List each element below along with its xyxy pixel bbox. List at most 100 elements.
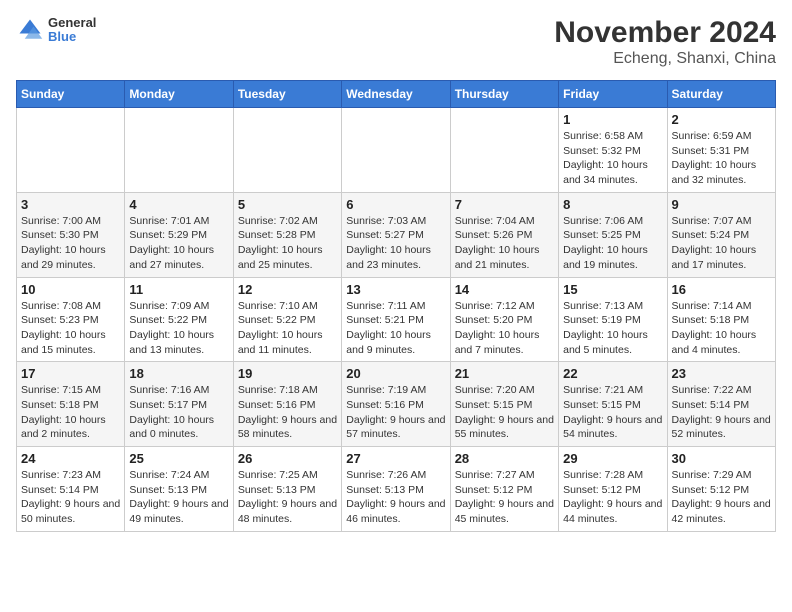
calendar-cell: 28 Sunrise: 7:27 AMSunset: 5:12 PMDayligh…	[450, 447, 558, 532]
calendar-cell: 26 Sunrise: 7:25 AMSunset: 5:13 PMDayligh…	[233, 447, 341, 532]
day-info: Sunrise: 7:24 AMSunset: 5:13 PMDaylight:…	[129, 468, 228, 527]
day-number: 25	[129, 451, 228, 466]
logo-icon	[16, 16, 44, 44]
calendar-cell: 30 Sunrise: 7:29 AMSunset: 5:12 PMDayligh…	[667, 447, 775, 532]
calendar-cell: 9 Sunrise: 7:07 AMSunset: 5:24 PMDaylight…	[667, 192, 775, 277]
day-number: 9	[672, 197, 771, 212]
day-info: Sunrise: 7:19 AMSunset: 5:16 PMDaylight:…	[346, 383, 445, 442]
calendar-cell: 23 Sunrise: 7:22 AMSunset: 5:14 PMDayligh…	[667, 362, 775, 447]
col-saturday: Saturday	[667, 81, 775, 108]
day-number: 16	[672, 282, 771, 297]
day-info: Sunrise: 7:29 AMSunset: 5:12 PMDaylight:…	[672, 468, 771, 527]
day-info: Sunrise: 7:22 AMSunset: 5:14 PMDaylight:…	[672, 383, 771, 442]
header-row: Sunday Monday Tuesday Wednesday Thursday…	[17, 81, 776, 108]
day-number: 21	[455, 366, 554, 381]
day-number: 3	[21, 197, 120, 212]
calendar-cell: 13 Sunrise: 7:11 AMSunset: 5:21 PMDayligh…	[342, 277, 450, 362]
day-info: Sunrise: 7:06 AMSunset: 5:25 PMDaylight:…	[563, 214, 662, 273]
day-info: Sunrise: 7:02 AMSunset: 5:28 PMDaylight:…	[238, 214, 337, 273]
day-number: 4	[129, 197, 228, 212]
day-info: Sunrise: 7:20 AMSunset: 5:15 PMDaylight:…	[455, 383, 554, 442]
day-info: Sunrise: 7:18 AMSunset: 5:16 PMDaylight:…	[238, 383, 337, 442]
day-info: Sunrise: 7:25 AMSunset: 5:13 PMDaylight:…	[238, 468, 337, 527]
day-number: 6	[346, 197, 445, 212]
calendar-cell: 5Sunrise: 7:02 AMSunset: 5:28 PMDaylight…	[233, 192, 341, 277]
day-number: 28	[455, 451, 554, 466]
col-sunday: Sunday	[17, 81, 125, 108]
day-info: Sunrise: 7:27 AMSunset: 5:12 PMDaylight:…	[455, 468, 554, 527]
day-number: 23	[672, 366, 771, 381]
calendar-cell: 1Sunrise: 6:58 AMSunset: 5:32 PMDaylight…	[559, 108, 667, 193]
day-number: 30	[672, 451, 771, 466]
calendar-cell: 8 Sunrise: 7:06 AMSunset: 5:25 PMDaylight…	[559, 192, 667, 277]
day-info: Sunrise: 7:11 AMSunset: 5:21 PMDaylight:…	[346, 299, 445, 358]
calendar-cell	[342, 108, 450, 193]
calendar-cell: 7Sunrise: 7:04 AMSunset: 5:26 PMDaylight…	[450, 192, 558, 277]
calendar-cell: 25 Sunrise: 7:24 AMSunset: 5:13 PMDayligh…	[125, 447, 233, 532]
day-number: 15	[563, 282, 662, 297]
calendar-cell: 6 Sunrise: 7:03 AMSunset: 5:27 PMDaylight…	[342, 192, 450, 277]
day-number: 20	[346, 366, 445, 381]
day-info: Sunrise: 7:15 AMSunset: 5:18 PMDaylight:…	[21, 383, 120, 442]
logo-line1: General	[48, 16, 96, 30]
day-number: 10	[21, 282, 120, 297]
day-info: Sunrise: 7:26 AMSunset: 5:13 PMDaylight:…	[346, 468, 445, 527]
calendar-week-2: 3 Sunrise: 7:00 AMSunset: 5:30 PMDaylight…	[17, 192, 776, 277]
col-friday: Friday	[559, 81, 667, 108]
day-number: 29	[563, 451, 662, 466]
calendar-header: Sunday Monday Tuesday Wednesday Thursday…	[17, 81, 776, 108]
day-info: Sunrise: 7:28 AMSunset: 5:12 PMDaylight:…	[563, 468, 662, 527]
calendar-cell: 4 Sunrise: 7:01 AMSunset: 5:29 PMDaylight…	[125, 192, 233, 277]
calendar-cell: 16 Sunrise: 7:14 AMSunset: 5:18 PMDayligh…	[667, 277, 775, 362]
calendar-subtitle: Echeng, Shanxi, China	[554, 50, 776, 68]
calendar-cell: 2Sunrise: 6:59 AMSunset: 5:31 PMDaylight…	[667, 108, 775, 193]
day-number: 12	[238, 282, 337, 297]
calendar-cell: 22 Sunrise: 7:21 AMSunset: 5:15 PMDayligh…	[559, 362, 667, 447]
calendar-cell: 15 Sunrise: 7:13 AMSunset: 5:19 PMDayligh…	[559, 277, 667, 362]
day-number: 17	[21, 366, 120, 381]
calendar-cell: 21 Sunrise: 7:20 AMSunset: 5:15 PMDayligh…	[450, 362, 558, 447]
calendar-table: Sunday Monday Tuesday Wednesday Thursday…	[16, 80, 776, 532]
day-info: Sunrise: 7:14 AMSunset: 5:18 PMDaylight:…	[672, 299, 771, 358]
day-info: Sunrise: 7:00 AMSunset: 5:30 PMDaylight:…	[21, 214, 120, 273]
calendar-week-4: 17 Sunrise: 7:15 AMSunset: 5:18 PMDayligh…	[17, 362, 776, 447]
day-info: Sunrise: 7:03 AMSunset: 5:27 PMDaylight:…	[346, 214, 445, 273]
calendar-week-1: 1Sunrise: 6:58 AMSunset: 5:32 PMDaylight…	[17, 108, 776, 193]
calendar-title: November 2024	[554, 16, 776, 50]
calendar-cell: 29 Sunrise: 7:28 AMSunset: 5:12 PMDayligh…	[559, 447, 667, 532]
logo: General Blue	[16, 16, 96, 45]
day-number: 18	[129, 366, 228, 381]
day-number: 26	[238, 451, 337, 466]
day-number: 14	[455, 282, 554, 297]
calendar-cell: 10 Sunrise: 7:08 AMSunset: 5:23 PMDayligh…	[17, 277, 125, 362]
calendar-cell	[450, 108, 558, 193]
logo-text: General Blue	[48, 16, 96, 45]
day-info: Sunrise: 6:58 AMSunset: 5:32 PMDaylight:…	[563, 129, 662, 188]
day-number: 19	[238, 366, 337, 381]
calendar-cell: 24Sunrise: 7:23 AMSunset: 5:14 PMDayligh…	[17, 447, 125, 532]
calendar-cell	[233, 108, 341, 193]
day-info: Sunrise: 7:13 AMSunset: 5:19 PMDaylight:…	[563, 299, 662, 358]
day-info: Sunrise: 7:23 AMSunset: 5:14 PMDaylight:…	[21, 468, 120, 527]
day-info: Sunrise: 7:10 AMSunset: 5:22 PMDaylight:…	[238, 299, 337, 358]
day-number: 7	[455, 197, 554, 212]
day-number: 13	[346, 282, 445, 297]
day-info: Sunrise: 7:07 AMSunset: 5:24 PMDaylight:…	[672, 214, 771, 273]
day-info: Sunrise: 7:12 AMSunset: 5:20 PMDaylight:…	[455, 299, 554, 358]
title-block: November 2024 Echeng, Shanxi, China	[554, 16, 776, 68]
day-info: Sunrise: 7:01 AMSunset: 5:29 PMDaylight:…	[129, 214, 228, 273]
calendar-cell: 20 Sunrise: 7:19 AMSunset: 5:16 PMDayligh…	[342, 362, 450, 447]
day-info: Sunrise: 7:08 AMSunset: 5:23 PMDaylight:…	[21, 299, 120, 358]
day-number: 27	[346, 451, 445, 466]
calendar-week-5: 24Sunrise: 7:23 AMSunset: 5:14 PMDayligh…	[17, 447, 776, 532]
logo-line2: Blue	[48, 30, 96, 44]
calendar-cell: 19 Sunrise: 7:18 AMSunset: 5:16 PMDayligh…	[233, 362, 341, 447]
calendar-cell: 18Sunrise: 7:16 AMSunset: 5:17 PMDayligh…	[125, 362, 233, 447]
day-number: 8	[563, 197, 662, 212]
day-number: 2	[672, 112, 771, 127]
calendar-cell: 27 Sunrise: 7:26 AMSunset: 5:13 PMDayligh…	[342, 447, 450, 532]
day-info: Sunrise: 7:21 AMSunset: 5:15 PMDaylight:…	[563, 383, 662, 442]
col-wednesday: Wednesday	[342, 81, 450, 108]
day-number: 22	[563, 366, 662, 381]
calendar-cell: 12 Sunrise: 7:10 AMSunset: 5:22 PMDayligh…	[233, 277, 341, 362]
